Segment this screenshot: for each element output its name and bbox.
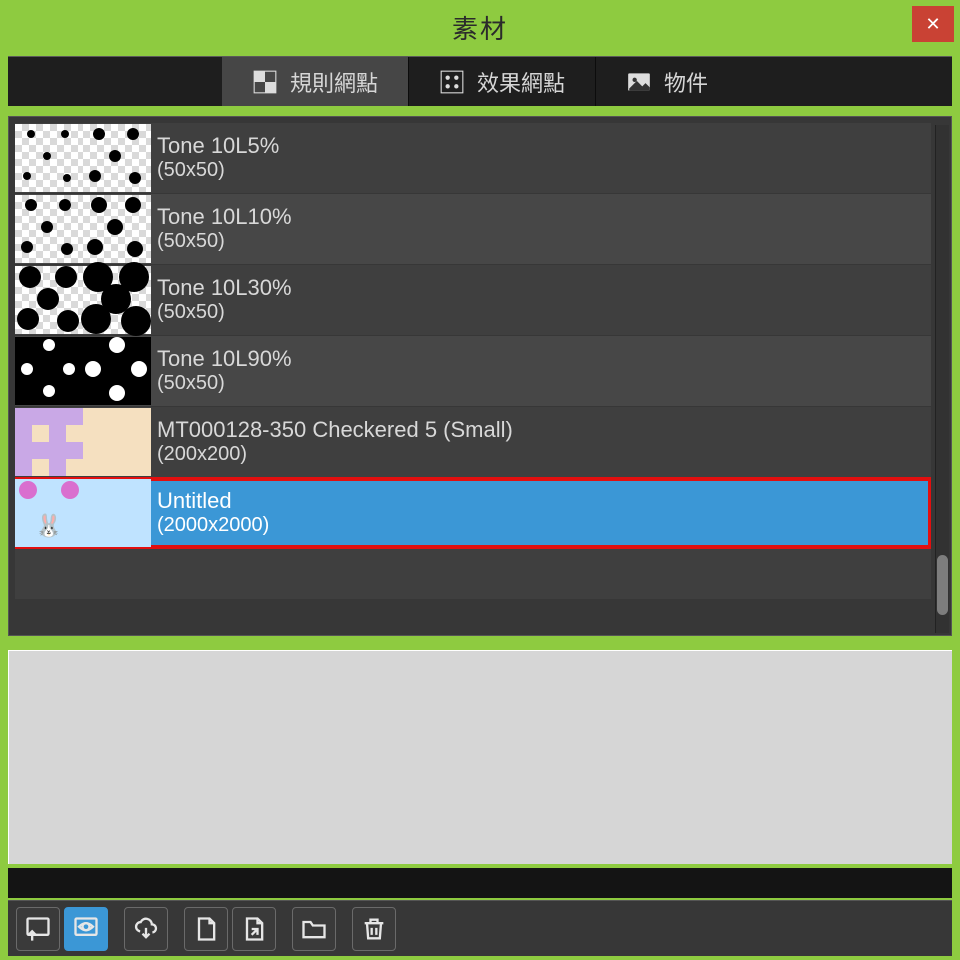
material-thumb [83, 479, 151, 547]
close-icon: ✕ [925, 14, 940, 35]
list-item[interactable]: Tone 10L90% (50x50) [15, 336, 931, 406]
preview-button[interactable] [64, 907, 108, 951]
delete-button[interactable] [352, 907, 396, 951]
open-folder-button[interactable] [292, 907, 336, 951]
preview-canvas [8, 650, 952, 864]
thumb-pair: 🐰 [15, 479, 151, 547]
tab-strip: 規則網點 效果網點 物件 [8, 56, 952, 106]
thumb-pair [15, 337, 151, 405]
sprite-icon: 🐰 [35, 515, 62, 537]
preview-area [8, 650, 952, 900]
new-material-button[interactable] [184, 907, 228, 951]
material-thumb [15, 266, 83, 334]
window-arrow-icon [24, 915, 52, 943]
material-label: Untitled (2000x2000) [157, 489, 269, 537]
thumb-pair [15, 124, 151, 192]
material-thumb [15, 195, 83, 263]
file-icon [192, 915, 220, 943]
cloud-down-icon [132, 915, 160, 943]
eye-icon [72, 915, 100, 943]
tab-label: 效果網點 [477, 66, 565, 98]
folder-icon [300, 915, 328, 943]
preview-footer [8, 868, 952, 898]
material-thumb [83, 408, 151, 476]
material-thumb [15, 337, 83, 405]
close-button[interactable]: ✕ [912, 6, 954, 42]
material-list: Tone 10L5% (50x50) [8, 116, 952, 636]
list-item[interactable]: Tone 10L30% (50x50) [15, 265, 931, 335]
list-item[interactable]: Tone 10L10% (50x50) [15, 194, 931, 264]
file-export-icon [240, 915, 268, 943]
scrollbar-thumb[interactable] [937, 555, 948, 615]
material-thumb [83, 337, 151, 405]
image-icon [626, 69, 652, 95]
tab-label: 物件 [664, 66, 708, 98]
list-item[interactable]: Tone 10L5% (50x50) [15, 123, 931, 193]
thumb-pair [15, 266, 151, 334]
title-bar: 素材 ✕ [0, 0, 960, 54]
scrollbar[interactable] [935, 125, 949, 633]
material-thumb [15, 408, 83, 476]
thumb-pair [15, 408, 151, 476]
material-thumb: 🐰 [15, 479, 83, 547]
checker-icon [252, 69, 278, 95]
apply-button[interactable] [16, 907, 60, 951]
cloud-download-button[interactable] [124, 907, 168, 951]
material-label: Tone 10L5% (50x50) [157, 134, 279, 182]
material-label: Tone 10L90% (50x50) [157, 347, 292, 395]
material-thumb [83, 266, 151, 334]
material-label: MT000128-350 Checkered 5 (Small) (200x20… [157, 418, 513, 466]
material-thumb [83, 195, 151, 263]
material-label: Tone 10L30% (50x50) [157, 276, 292, 324]
toolbar [8, 900, 952, 956]
dotgrid-icon [439, 69, 465, 95]
tab-label: 規則網點 [290, 66, 378, 98]
export-material-button[interactable] [232, 907, 276, 951]
list-item-selected[interactable]: 🐰 Untitled (2000x2000) [15, 478, 931, 548]
list-empty-space [15, 549, 931, 599]
window-title: 素材 [452, 9, 508, 46]
tab-effect-dots[interactable]: 效果網點 [409, 57, 596, 106]
trash-icon [360, 915, 388, 943]
material-label: Tone 10L10% (50x50) [157, 205, 292, 253]
material-thumb [15, 124, 83, 192]
list-item[interactable]: MT000128-350 Checkered 5 (Small) (200x20… [15, 407, 931, 477]
tab-objects[interactable]: 物件 [596, 57, 738, 106]
thumb-pair [15, 195, 151, 263]
tab-regular-dots[interactable]: 規則網點 [222, 57, 409, 106]
material-thumb [83, 124, 151, 192]
